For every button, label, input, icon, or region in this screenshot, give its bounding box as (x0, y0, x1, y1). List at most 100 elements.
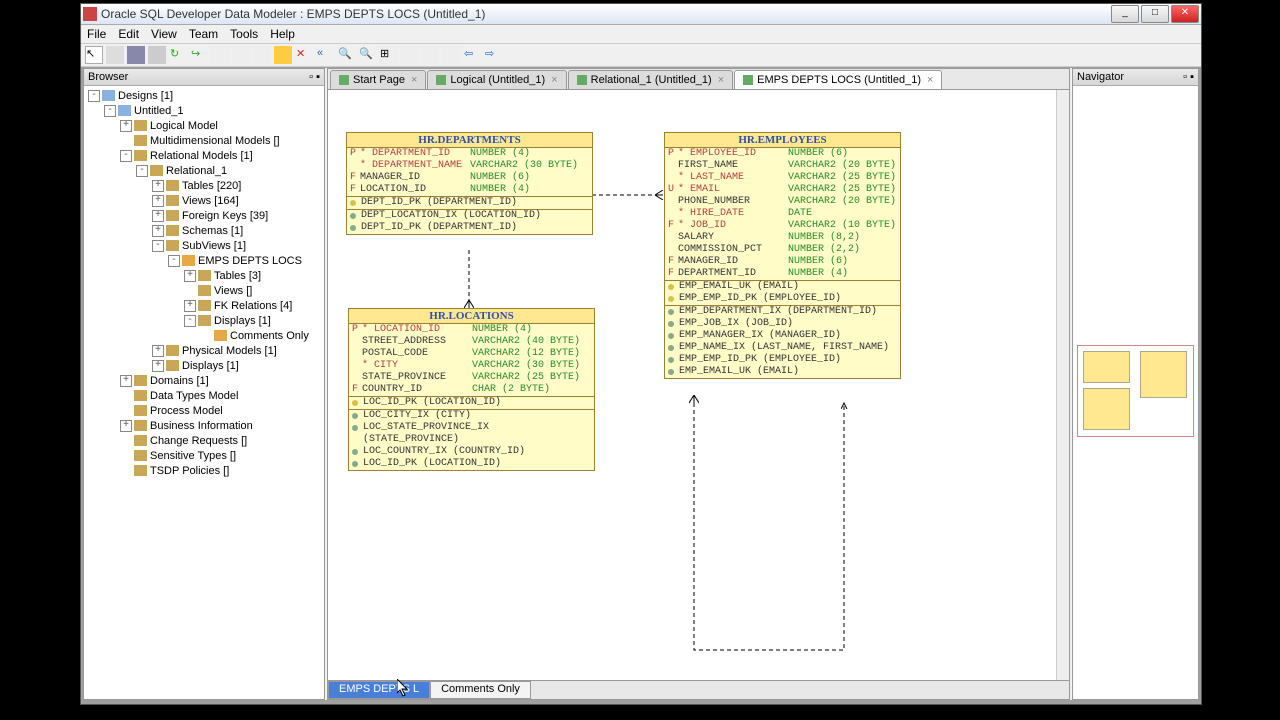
tool-pointer-icon[interactable]: ↖ (85, 46, 103, 64)
tree-item[interactable]: -Displays [1] (84, 313, 324, 328)
column-row: FIRST_NAMEVARCHAR2 (20 BYTE) (665, 160, 900, 172)
minimize-button[interactable]: _ (1111, 5, 1139, 23)
tree-item[interactable]: +Tables [220] (84, 178, 324, 193)
tree-item[interactable]: +Business Information (84, 418, 324, 433)
browser-panel: Browser ▫ ▪ -Designs [1]-Untitled_1+Logi… (83, 68, 325, 700)
tree-item[interactable]: Sensitive Types [] (84, 448, 324, 463)
column-row: P* DEPARTMENT_IDNUMBER (4) (347, 148, 592, 160)
tool-redo-icon[interactable]: ↪ (190, 46, 208, 64)
tree-item[interactable]: +Displays [1] (84, 358, 324, 373)
tool-prev-icon[interactable]: ⇦ (463, 46, 481, 64)
menu-view[interactable]: View (151, 27, 177, 41)
tool-icon[interactable] (211, 46, 229, 64)
tool-back-icon[interactable]: « (316, 46, 334, 64)
tool-save-icon[interactable] (127, 46, 145, 64)
tree-item[interactable]: +Domains [1] (84, 373, 324, 388)
tree-item[interactable]: +FK Relations [4] (84, 298, 324, 313)
column-row: COMMISSION_PCTNUMBER (2,2) (665, 244, 900, 256)
tool-icon[interactable] (253, 46, 271, 64)
column-row: STREET_ADDRESSVARCHAR2 (40 BYTE) (349, 336, 594, 348)
navigator-thumbnail[interactable] (1077, 345, 1194, 437)
tool-icon[interactable] (148, 46, 166, 64)
menu-edit[interactable]: Edit (118, 27, 139, 41)
tool-icon[interactable] (442, 46, 460, 64)
browser-title: Browser (88, 71, 128, 83)
entity-locations[interactable]: HR.LOCATIONS P* LOCATION_IDNUMBER (4) ST… (348, 308, 595, 471)
tree-item[interactable]: TSDP Policies [] (84, 463, 324, 478)
tree-item[interactable]: +Logical Model (84, 118, 324, 133)
titlebar[interactable]: Oracle SQL Developer Data Modeler : EMPS… (81, 4, 1201, 25)
panel-controls[interactable]: ▫ ▪ (309, 71, 320, 83)
column-row: * HIRE_DATEDATE (665, 208, 900, 220)
tree-item[interactable]: Data Types Model (84, 388, 324, 403)
canvas-scrollbar[interactable] (1056, 90, 1069, 680)
tool-note-icon[interactable] (274, 46, 292, 64)
column-row: STATE_PROVINCEVARCHAR2 (25 BYTE) (349, 372, 594, 384)
tree-item[interactable]: Comments Only (84, 328, 324, 343)
index-row: DEPT_LOCATION_IX (LOCATION_ID) (347, 210, 592, 222)
index-row: EMP_JOB_IX (JOB_ID) (665, 318, 900, 330)
tool-zoomin-icon[interactable]: 🔍 (337, 46, 355, 64)
tree-item[interactable]: Views [] (84, 283, 324, 298)
column-row: F MANAGER_IDNUMBER (6) (347, 172, 592, 184)
tool-refresh-icon[interactable]: ↻ (169, 46, 187, 64)
close-button[interactable]: ✕ (1171, 5, 1199, 23)
editor-tab[interactable]: Start Page× (330, 70, 426, 89)
entity-indexes: DEPT_LOCATION_IX (LOCATION_ID)DEPT_ID_PK… (347, 209, 592, 234)
menubar: File Edit View Team Tools Help (81, 25, 1201, 44)
menu-help[interactable]: Help (270, 27, 295, 41)
tree-item[interactable]: -Relational_1 (84, 163, 324, 178)
navigator-panel: Navigator ▫ ▪ (1072, 68, 1199, 700)
tree-item[interactable]: -SubViews [1] (84, 238, 324, 253)
tree-item[interactable]: +Tables [3] (84, 268, 324, 283)
tool-icon[interactable] (421, 46, 439, 64)
column-row: POSTAL_CODEVARCHAR2 (12 BYTE) (349, 348, 594, 360)
tree-item[interactable]: -Designs [1] (84, 88, 324, 103)
entity-columns: P* LOCATION_IDNUMBER (4) STREET_ADDRESSV… (349, 324, 594, 396)
column-row: * CITYVARCHAR2 (30 BYTE) (349, 360, 594, 372)
column-row: F COUNTRY_IDCHAR (2 BYTE) (349, 384, 594, 396)
app-icon (83, 7, 97, 21)
entity-indexes: LOC_CITY_IX (CITY)LOC_STATE_PROVINCE_IX … (349, 409, 594, 470)
tree-item[interactable]: +Physical Models [1] (84, 343, 324, 358)
tree-item[interactable]: -Relational Models [1] (84, 148, 324, 163)
browser-tree[interactable]: -Designs [1]-Untitled_1+Logical ModelMul… (84, 86, 324, 699)
tree-item[interactable]: Process Model (84, 403, 324, 418)
panel-controls[interactable]: ▫ ▪ (1183, 71, 1194, 83)
editor-tabs: Start Page×Logical (Untitled_1)×Relation… (328, 69, 1069, 90)
diagram-canvas[interactable]: HR.DEPARTMENTS P* DEPARTMENT_IDNUMBER (4… (328, 90, 1069, 680)
footer-tab[interactable]: Comments Only (430, 681, 531, 699)
tree-item[interactable]: -Untitled_1 (84, 103, 324, 118)
column-row: P* EMPLOYEE_IDNUMBER (6) (665, 148, 900, 160)
editor-tab[interactable]: Relational_1 (Untitled_1)× (568, 70, 734, 89)
menu-tools[interactable]: Tools (230, 27, 258, 41)
tool-icon[interactable] (400, 46, 418, 64)
tree-item[interactable]: +Foreign Keys [39] (84, 208, 324, 223)
tree-item[interactable]: +Views [164] (84, 193, 324, 208)
index-row: EMP_EMAIL_UK (EMAIL) (665, 366, 900, 378)
tree-item[interactable]: -EMPS DEPTS LOCS (84, 253, 324, 268)
index-row: EMP_EMP_ID_PK (EMPLOYEE_ID) (665, 293, 900, 305)
tool-zoomout-icon[interactable]: 🔍 (358, 46, 376, 64)
entity-departments[interactable]: HR.DEPARTMENTS P* DEPARTMENT_IDNUMBER (4… (346, 132, 593, 235)
browser-header: Browser ▫ ▪ (84, 69, 324, 86)
entity-indexes: EMP_DEPARTMENT_IX (DEPARTMENT_ID)EMP_JOB… (665, 305, 900, 378)
tool-delete-icon[interactable]: ✕ (295, 46, 313, 64)
editor-tab[interactable]: EMPS DEPTS LOCS (Untitled_1)× (734, 70, 942, 89)
tree-item[interactable]: +Schemas [1] (84, 223, 324, 238)
menu-team[interactable]: Team (189, 27, 218, 41)
tool-next-icon[interactable]: ⇨ (484, 46, 502, 64)
entity-employees[interactable]: HR.EMPLOYEES P* EMPLOYEE_IDNUMBER (6) FI… (664, 132, 901, 379)
maximize-button[interactable]: □ (1141, 5, 1169, 23)
tool-grid-icon[interactable] (106, 46, 124, 64)
index-row: EMP_DEPARTMENT_IX (DEPARTMENT_ID) (665, 306, 900, 318)
footer-tab[interactable]: EMPS DEPTS L (328, 681, 430, 699)
tree-item[interactable]: Multidimensional Models [] (84, 133, 324, 148)
editor-tab[interactable]: Logical (Untitled_1)× (427, 70, 566, 89)
index-row: LOC_STATE_PROVINCE_IX (STATE_PROVINCE) (349, 422, 594, 446)
tool-icon[interactable] (232, 46, 250, 64)
tool-fit-icon[interactable]: ⊞ (379, 46, 397, 64)
tree-item[interactable]: Change Requests [] (84, 433, 324, 448)
menu-file[interactable]: File (87, 27, 106, 41)
index-row: LOC_COUNTRY_IX (COUNTRY_ID) (349, 446, 594, 458)
